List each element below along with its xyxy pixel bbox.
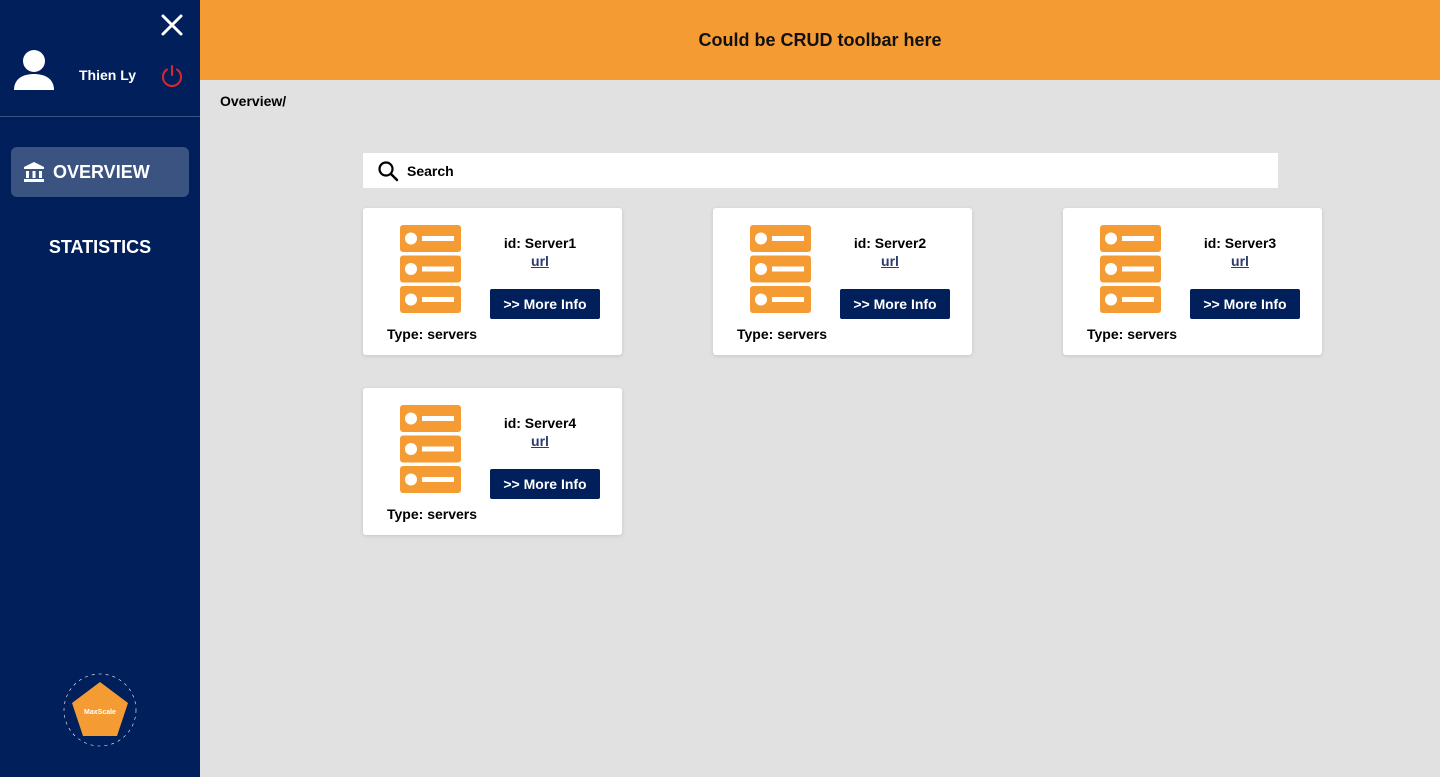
top-toolbar: Could be CRUD toolbar here: [200, 0, 1440, 80]
sidebar-item-overview[interactable]: OVERVIEW: [11, 147, 189, 197]
sidebar-item-statistics[interactable]: STATISTICS: [11, 222, 189, 272]
search-bar[interactable]: [363, 153, 1278, 188]
server-url-link[interactable]: url: [531, 253, 549, 269]
server-card: id: Server1 url >> More Info Type: serve…: [363, 208, 622, 355]
server-type: Type: servers: [387, 326, 478, 342]
server-url-link[interactable]: url: [1231, 253, 1249, 269]
server-id: id: Server2: [853, 235, 927, 251]
search-icon: [378, 160, 399, 181]
server-icon: [750, 225, 811, 313]
more-info-button[interactable]: >> More Info: [490, 289, 600, 319]
sidebar-item-label: OVERVIEW: [53, 161, 150, 182]
server-card: id: Server2 url >> More Info Type: serve…: [713, 208, 972, 355]
search-input[interactable]: [407, 162, 1247, 179]
server-url-container: url: [835, 253, 945, 269]
server-icon: [400, 405, 461, 493]
server-icon: [400, 225, 461, 313]
server-url-link[interactable]: url: [531, 433, 549, 449]
user-avatar-icon: [12, 48, 56, 92]
server-id: id: Server3: [1203, 235, 1277, 251]
bank-icon: [24, 162, 44, 182]
sidebar-item-label: STATISTICS: [48, 236, 152, 257]
close-icon[interactable]: [158, 11, 186, 39]
more-info-button[interactable]: >> More Info: [840, 289, 950, 319]
more-info-button[interactable]: >> More Info: [490, 469, 600, 499]
svg-text:MaxScale: MaxScale: [84, 709, 116, 716]
server-url-container: url: [485, 253, 595, 269]
user-name: Thien Ly: [79, 67, 137, 83]
more-info-button[interactable]: >> More Info: [1190, 289, 1300, 319]
maxscale-logo: MaxScale: [62, 672, 138, 748]
toolbar-title: Could be CRUD toolbar here: [698, 29, 942, 50]
breadcrumb[interactable]: Overview/: [220, 93, 286, 109]
server-icon: [1100, 225, 1161, 313]
server-url-container: url: [1185, 253, 1295, 269]
power-icon[interactable]: [160, 64, 184, 88]
server-card: id: Server3 url >> More Info Type: serve…: [1063, 208, 1322, 355]
server-type: Type: servers: [1087, 326, 1178, 342]
server-url-container: url: [485, 433, 595, 449]
server-url-link[interactable]: url: [881, 253, 899, 269]
sidebar: Thien Ly OVERVIEW STATISTICS MaxScale: [0, 0, 200, 777]
server-card: id: Server4 url >> More Info Type: serve…: [363, 388, 622, 535]
user-profile: Thien Ly: [0, 48, 200, 100]
sidebar-divider: [0, 116, 200, 117]
server-id: id: Server4: [503, 415, 577, 431]
server-id: id: Server1: [503, 235, 577, 251]
server-type: Type: servers: [737, 326, 828, 342]
server-type: Type: servers: [387, 506, 478, 522]
